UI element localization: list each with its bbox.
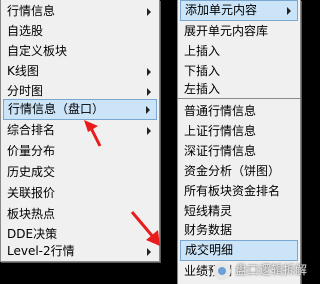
submenu-arrow-icon [147,87,151,96]
submenu-arrow-icon [146,105,150,114]
menu-item-insert-left[interactable]: 左插入 [180,80,298,98]
menu-item-label: 价量分布 [7,144,56,158]
menu-item-sz-quote[interactable]: 深证行情信息 [180,142,298,161]
menu-item-linked-quote[interactable]: 关联报价 [3,184,157,203]
menu-item-sh-quote[interactable]: 上证行情信息 [180,122,298,141]
menu-item-label: 深证行情信息 [184,144,257,158]
menu-item-label: 下插入 [184,64,221,78]
menu-item-label: 历史成交 [7,165,56,179]
menu-item-label: 展开单元内容库 [184,24,269,38]
menu-item-label: 左插入 [184,82,221,96]
annotation-arrow-icon [84,120,102,147]
menu-item-label: 短线精灵 [184,204,233,218]
submenu-arrow-icon [147,67,151,76]
context-menu-add-cell: 添加单元内容 展开单元内容库 上插入 下插入 左插入 [177,0,301,100]
menu-item-quote-info[interactable]: 行情信息 [3,2,157,21]
menu-item-label: 添加单元内容 [185,3,258,17]
menu-item-label: 上插入 [184,44,221,58]
menu-item-insert-below[interactable]: 下插入 [180,62,298,81]
menu-item-add-cell-content[interactable]: 添加单元内容 [180,0,298,21]
menu-item-label: 关联报价 [7,186,56,200]
menu-item-label: 行情信息 [7,4,56,18]
menu-item-label: 财务数据 [184,223,233,237]
menu-item-history-trades[interactable]: 历史成交 [3,163,157,182]
menu-item-label: 资金分析（饼图） [184,164,281,178]
menu-item-label: 自定义板块 [7,44,68,58]
submenu-arrow-icon [147,126,151,135]
menu-item-label: 综合排名 [7,123,56,137]
menu-item-label: Level-2行情 [7,244,75,258]
menu-item-quote-info-orderbook[interactable]: 行情信息（盘口） [3,99,157,120]
submenu-arrow-icon [147,7,151,16]
watermark-logo-icon [213,261,231,280]
menu-item-custom-sector[interactable]: 自定义板块 [3,42,157,61]
menu-item-normal-quote[interactable]: 普通行情信息 [180,102,298,121]
submenu-arrow-icon [287,6,291,15]
menu-item-label: 自选股 [7,24,44,38]
menu-item-watchlist[interactable]: 自选股 [3,22,157,41]
menu-item-label: 行情信息（盘口） [8,102,105,116]
menu-item-expand-cell-library[interactable]: 展开单元内容库 [180,22,298,41]
menu-item-label: 普通行情信息 [184,104,257,118]
menu-item-insert-above[interactable]: 上插入 [180,42,298,61]
context-menu-quote-sub: 普通行情信息 上证行情信息 深证行情信息 资金分析（饼图） 所有板块资金排名 短… [177,98,301,284]
menu-item-short-term-wizard[interactable]: 短线精灵 [180,202,298,221]
menu-item-sector-fund-ranking[interactable]: 所有板块资金排名 [180,182,298,201]
watermark-text: 盘口逻辑拆解 [235,263,308,277]
menu-item-label: K线图 [7,64,39,78]
watermark: 盘口逻辑拆解 [213,258,307,282]
menu-item-label: 上证行情信息 [184,124,257,138]
menu-item-label: 板块热点 [7,207,56,221]
menu-item-financial-data[interactable]: 财务数据 [180,221,298,240]
menu-item-label: 所有板块资金排名 [184,184,281,198]
menu-item-fund-analysis-pie[interactable]: 资金分析（饼图） [180,162,298,181]
annotation-arrow-icon [130,211,160,246]
menu-item-kline[interactable]: K线图 [3,62,157,81]
submenu-arrow-icon [147,247,151,256]
